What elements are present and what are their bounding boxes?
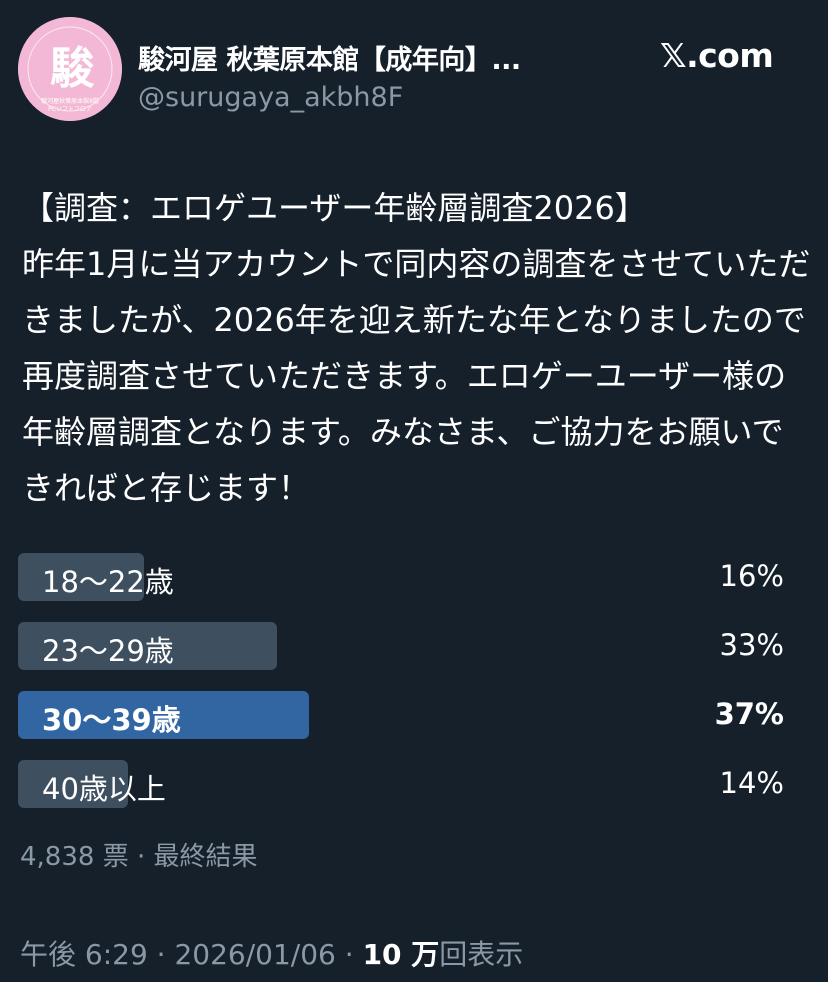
poll-option-percent: 14% [719, 766, 784, 800]
tweet-footer: 午後 6:29 · 2026/01/06 · 10 万回表示 [20, 933, 523, 973]
views-count: 10 万 [362, 938, 440, 971]
poll-meta: 4,838 票 · 最終結果 [20, 836, 258, 873]
poll-option-percent: 33% [719, 628, 784, 662]
separator: · [147, 938, 175, 971]
poll-status: 最終結果 [153, 842, 258, 872]
poll-option-label: 40歳以上 [42, 772, 166, 806]
x-brand-logo[interactable]: 𝕏.com [660, 36, 774, 75]
poll-option-label: 18～22歳 [42, 565, 174, 599]
poll-option: 40歳以上 14% [18, 760, 794, 808]
tweet-text: 【調査：エロゲユーザー年齢層調査2026】 昨年1月に当アカウントで同内容の調査… [22, 189, 811, 507]
avatar[interactable]: 駿 駿河屋秋葉原本館8階 PCソフトフロア [18, 17, 122, 121]
avatar-logo-char: 駿 [50, 43, 95, 94]
user-handle[interactable]: @surugaya_akbh8F [138, 82, 403, 113]
poll-option: 18～22歳 16% [18, 553, 794, 601]
poll-option: 30～39歳 37% [18, 691, 794, 739]
separator: · [335, 938, 363, 971]
tweet-date[interactable]: 2026/01/06 [174, 938, 335, 971]
avatar-caption-line2: PCソフトフロア [48, 106, 92, 113]
poll-option-label: 30～39歳 [42, 703, 181, 737]
avatar-logo: 駿 駿河屋秋葉原本館8階 PCソフトフロア [18, 17, 122, 121]
poll: 18～22歳 16% 23～29歳 33% 30～39歳 37% 40歳以上 1… [18, 553, 794, 829]
poll-option-percent: 16% [719, 559, 784, 593]
avatar-caption-line1: 駿河屋秋葉原本館8階 [41, 97, 99, 105]
poll-votes: 4,838 票 [20, 842, 129, 872]
poll-option-percent: 37% [714, 697, 784, 731]
tweet-time[interactable]: 午後 6:29 [20, 938, 148, 971]
poll-option: 23～29歳 33% [18, 622, 794, 670]
display-name[interactable]: 駿河屋 秋葉原本館【成年向】... [138, 38, 521, 77]
separator: · [128, 842, 154, 872]
poll-option-label: 23～29歳 [42, 634, 174, 668]
views-label: 回表示 [439, 938, 524, 971]
